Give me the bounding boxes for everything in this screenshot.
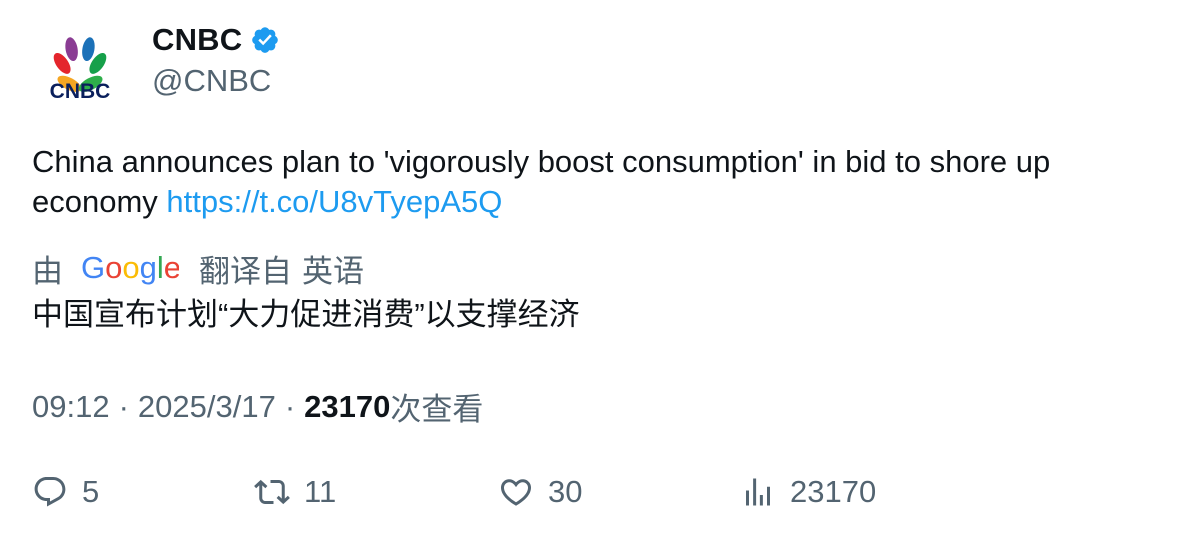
tweet-actions: 5 11 30 23170 [32,470,1164,514]
separator-dot: · [284,388,296,424]
verified-badge-icon [250,25,280,55]
heart-icon [500,479,532,506]
tweet-link[interactable]: https://t.co/U8vTyepA5Q [166,184,502,219]
reply-count: 5 [82,474,100,509]
analytics-icon [746,478,770,506]
translation-source-language: 英语 [302,253,364,289]
translation-prefix: 由 [32,253,63,289]
separator-dot: · [118,388,129,424]
google-logo-icon: Google [81,250,181,285]
cnbc-peacock-logo: CNBC [50,37,111,103]
translation-suffix: 翻译自 [199,253,292,289]
translation-attribution: 由 Google 翻译自 英语 [32,246,364,290]
tweet-date[interactable]: 2025/3/17 [138,389,276,425]
google-wordmark: Google [81,251,179,285]
like-button[interactable]: 30 [498,470,582,514]
author-handle[interactable]: @CNBC [152,63,271,99]
reply-button[interactable]: 5 [32,470,99,514]
author-name-row[interactable]: CNBC [152,22,280,58]
like-count: 30 [548,474,583,509]
tweet-meta: 09:12 · 2025/3/17 · 23170 次查看 [32,384,483,429]
retweet-count: 11 [304,474,337,509]
tweet-time[interactable]: 09:12 [32,389,110,425]
views-button[interactable]: 23170 [740,470,876,514]
reply-icon [34,477,66,507]
display-name[interactable]: CNBC [152,22,242,58]
views-count: 23170 [304,388,391,424]
views-action-count: 23170 [790,474,877,509]
retweet-icon [254,479,290,505]
retweet-button[interactable]: 11 [254,470,336,514]
cnbc-logo-text: CNBC [50,80,111,103]
views-label: 次查看 [390,392,484,427]
tweet-text: China announces plan to 'vigorously boos… [32,142,1152,222]
translated-text: 中国宣布计划“大力促进消费”以支撑经济 [32,297,580,332]
avatar[interactable]: CNBC [32,30,128,110]
